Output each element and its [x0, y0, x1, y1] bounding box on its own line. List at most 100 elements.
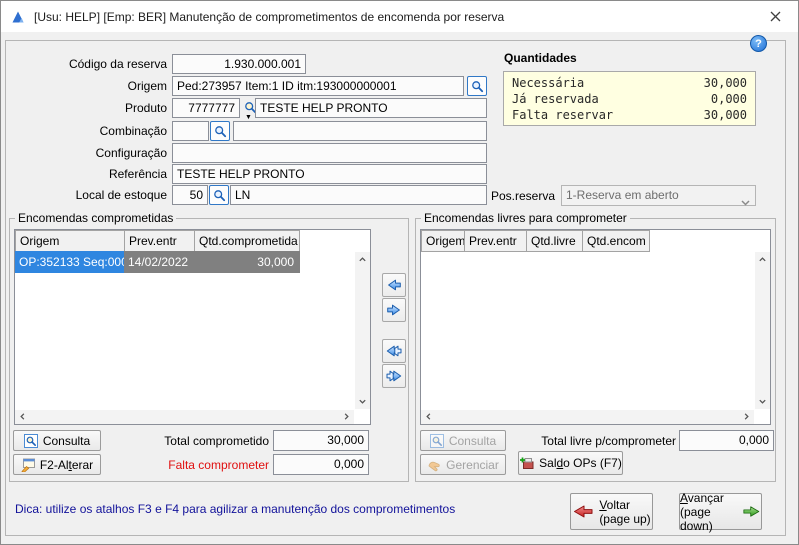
- f2-alterar-label: F2-Alterar: [39, 457, 94, 472]
- origem-field[interactable]: Ped:273957 Item:1 ID itm:193000000001: [172, 76, 464, 96]
- ja-reservada-label: Já reservada: [512, 92, 599, 106]
- search-icon: [23, 433, 38, 448]
- saldo-ops-button[interactable]: Saldo OPs (F7): [518, 451, 623, 475]
- committed-vertical-scrollbar[interactable]: [355, 252, 370, 409]
- free-col-qtd-livre[interactable]: Qtd.livre: [526, 230, 583, 252]
- produto-code-field[interactable]: 7777777: [172, 98, 240, 118]
- scroll-left-icon[interactable]: [421, 409, 436, 424]
- free-horizontal-scrollbar[interactable]: [421, 410, 754, 424]
- local-estoque-label: Local de estoque: [75, 188, 167, 202]
- free-consulta-button: Consulta: [420, 430, 506, 451]
- scroll-right-icon[interactable]: [339, 409, 354, 424]
- quantidades-row-ja-reservada: Já reservada 0,000: [512, 91, 747, 107]
- avancar-label: Avançar: [680, 490, 724, 505]
- gerenciar-button: Gerenciar: [420, 454, 506, 475]
- scroll-left-icon[interactable]: [15, 409, 30, 424]
- falta-comprometer-field: 0,000: [273, 454, 369, 475]
- committed-col-qtd[interactable]: Qtd.comprometida: [194, 230, 300, 252]
- configuracao-label: Configuração: [95, 146, 167, 160]
- committed-col-origem[interactable]: Origem: [15, 230, 125, 252]
- search-icon: [471, 80, 483, 92]
- help-icon[interactable]: ?: [750, 35, 767, 52]
- arrow-left-icon: [388, 279, 401, 291]
- title-bar: [Usu: HELP] [Emp: BER] Manutenção de com…: [1, 1, 798, 32]
- search-icon: [214, 125, 226, 137]
- committed-row-qtd-cell[interactable]: 30,000: [194, 251, 300, 273]
- produto-label: Produto: [124, 101, 167, 115]
- produto-desc-field[interactable]: TESTE HELP PRONTO: [255, 98, 487, 118]
- committed-consulta-button[interactable]: Consulta: [13, 430, 101, 451]
- scroll-right-icon[interactable]: [739, 409, 754, 424]
- configuracao-field[interactable]: [172, 143, 487, 163]
- gerenciar-label: Gerenciar: [446, 457, 499, 472]
- local-estoque-code-field[interactable]: 50: [172, 185, 208, 205]
- free-col-origem[interactable]: Origem: [421, 230, 465, 252]
- quantidades-title: Quantidades: [504, 51, 577, 65]
- committed-col-prev-entr[interactable]: Prev.entr: [124, 230, 195, 252]
- free-group-title: Encomendas livres para comprometer: [421, 211, 630, 225]
- pos-reserva-label: Pos.reserva: [490, 189, 555, 203]
- committed-row-origem-cell[interactable]: OP:352133 Seq:000: [15, 251, 125, 273]
- quantidades-row-falta-reservar: Falta reservar 30,000: [512, 107, 747, 123]
- app-icon: [10, 8, 26, 25]
- avancar-sublabel: (page down): [680, 504, 713, 533]
- window-title: [Usu: HELP] [Emp: BER] Manutenção de com…: [34, 9, 505, 24]
- necessaria-value: 30,000: [703, 76, 747, 90]
- codigo-reserva-field[interactable]: 1.930.000.001: [172, 54, 306, 74]
- free-col-prev-entr[interactable]: Prev.entr: [464, 230, 527, 252]
- saldo-ops-label: Saldo OPs (F7): [539, 456, 622, 470]
- hand-icon: [428, 461, 440, 471]
- codigo-reserva-label: Código da reserva: [68, 57, 167, 71]
- free-grid: [420, 229, 771, 425]
- close-button[interactable]: [752, 1, 798, 32]
- arrow-left-red-icon: [574, 505, 593, 518]
- arrow-right-green-icon: [743, 506, 760, 517]
- produto-dropdown-icon[interactable]: ▼: [245, 114, 252, 121]
- double-arrow-left-icon: [386, 345, 402, 357]
- arrow-right-icon: [387, 304, 400, 316]
- avancar-button[interactable]: Avançar (page down): [679, 490, 762, 533]
- referencia-label: Referência: [108, 167, 167, 181]
- total-comprometido-label: Total comprometido: [164, 434, 269, 448]
- combinacao-code-field[interactable]: [172, 121, 209, 141]
- uncommit-all-button[interactable]: [382, 364, 406, 388]
- origem-lookup-button[interactable]: [467, 76, 487, 96]
- close-icon: [770, 11, 780, 22]
- ja-reservada-value: 0,000: [710, 92, 747, 106]
- quantidades-row-necessaria: Necessária 30,000: [512, 75, 747, 91]
- search-icon: [429, 433, 444, 448]
- voltar-label: Voltar: [599, 497, 630, 512]
- voltar-sublabel: (page up): [599, 511, 651, 526]
- necessaria-label: Necessária: [512, 76, 585, 90]
- pos-reserva-combobox: 1-Reserva em aberto: [561, 185, 756, 206]
- free-vertical-scrollbar[interactable]: [755, 252, 770, 409]
- chevron-down-icon: [741, 193, 750, 212]
- pos-reserva-value: 1-Reserva em aberto: [566, 188, 679, 202]
- total-comprometido-field: 30,000: [273, 430, 369, 451]
- free-col-qtd-encom[interactable]: Qtd.encom: [582, 230, 650, 252]
- f2-alterar-button[interactable]: F2-Alterar: [13, 454, 101, 475]
- committed-horizontal-scrollbar[interactable]: [15, 410, 354, 424]
- uncommit-one-button[interactable]: [382, 298, 406, 322]
- scroll-down-icon[interactable]: [355, 394, 370, 409]
- falta-reservar-value: 30,000: [703, 108, 747, 122]
- machine-plus-icon: [520, 457, 534, 469]
- consulta-label: Consulta: [42, 433, 91, 448]
- scroll-down-icon[interactable]: [755, 394, 770, 409]
- total-livre-field: 0,000: [679, 430, 774, 451]
- edit-form-icon: [21, 458, 35, 472]
- local-estoque-lookup-button[interactable]: [209, 185, 229, 205]
- scroll-up-icon[interactable]: [755, 252, 770, 267]
- combinacao-lookup-button[interactable]: [210, 121, 230, 141]
- falta-comprometer-label: Falta comprometer: [168, 458, 269, 472]
- scroll-up-icon[interactable]: [355, 252, 370, 267]
- double-arrow-right-icon: [386, 370, 402, 382]
- combinacao-label: Combinação: [99, 124, 167, 138]
- commit-one-button[interactable]: [382, 273, 406, 297]
- search-icon: [213, 189, 225, 201]
- voltar-button[interactable]: Voltar (page up): [570, 493, 653, 530]
- committed-row-prev-entr-cell[interactable]: 14/02/2022: [124, 251, 195, 273]
- combinacao-desc-field[interactable]: [233, 121, 487, 141]
- referencia-field[interactable]: TESTE HELP PRONTO: [172, 164, 487, 184]
- commit-all-button[interactable]: [382, 339, 406, 363]
